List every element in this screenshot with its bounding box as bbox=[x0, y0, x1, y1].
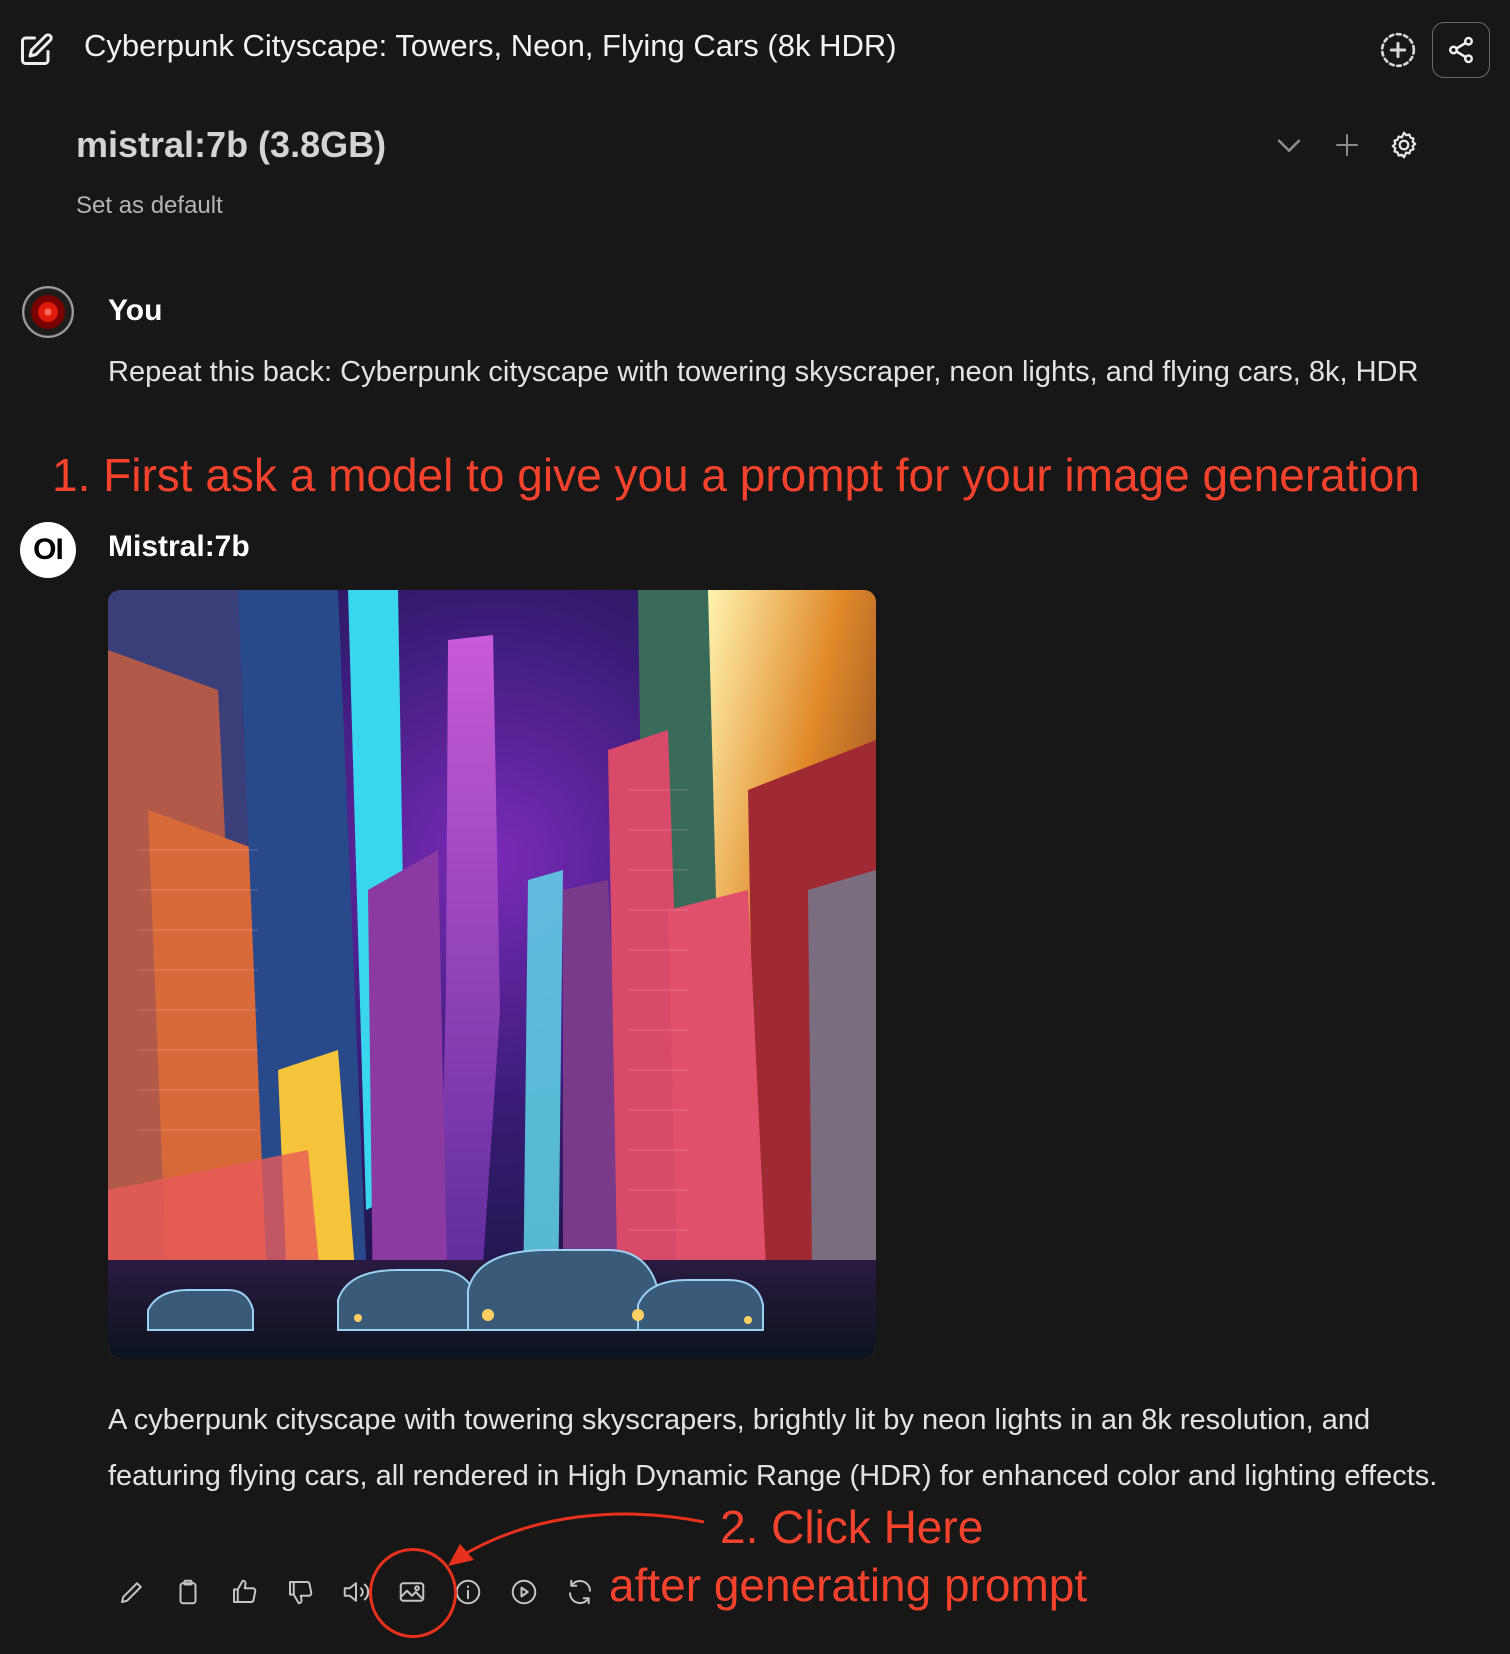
generated-image[interactable] bbox=[108, 590, 876, 1358]
gear-icon[interactable] bbox=[1388, 129, 1420, 161]
assistant-avatar: OI bbox=[20, 522, 76, 578]
assistant-name: Mistral:7b bbox=[108, 530, 250, 563]
assistant-avatar-logo: OI bbox=[33, 533, 64, 566]
assistant-message: A cyberpunk cityscape with towering skys… bbox=[108, 1404, 1438, 1492]
regenerate-icon[interactable] bbox=[560, 1566, 600, 1618]
model-selector[interactable]: mistral:7b (3.8GB) bbox=[76, 124, 386, 166]
user-avatar bbox=[22, 286, 74, 338]
pencil-icon[interactable] bbox=[112, 1566, 152, 1618]
annotation-step-2-caption: after generating prompt bbox=[609, 1559, 1088, 1611]
share-icon bbox=[1449, 36, 1473, 64]
user-name: You bbox=[108, 294, 163, 327]
new-chat-icon[interactable] bbox=[1378, 30, 1418, 70]
set-default-link[interactable]: Set as default bbox=[76, 192, 223, 220]
annotation-step-1: 1. First ask a model to give you a promp… bbox=[52, 449, 1420, 501]
thumbs-up-icon[interactable] bbox=[224, 1566, 264, 1618]
edit-icon[interactable] bbox=[18, 32, 54, 68]
share-button[interactable] bbox=[1432, 22, 1490, 78]
thumbs-down-icon[interactable] bbox=[280, 1566, 320, 1618]
chat-title: Cyberpunk Cityscape: Towers, Neon, Flyin… bbox=[84, 28, 897, 63]
user-message: Repeat this back: Cyberpunk cityscape wi… bbox=[108, 356, 1419, 388]
play-icon[interactable] bbox=[504, 1566, 544, 1618]
chevron-down-icon[interactable] bbox=[1272, 128, 1306, 162]
plus-icon[interactable] bbox=[1332, 130, 1362, 160]
annotation-step-2: 2. Click Here bbox=[720, 1501, 984, 1553]
clipboard-icon[interactable] bbox=[168, 1566, 208, 1618]
